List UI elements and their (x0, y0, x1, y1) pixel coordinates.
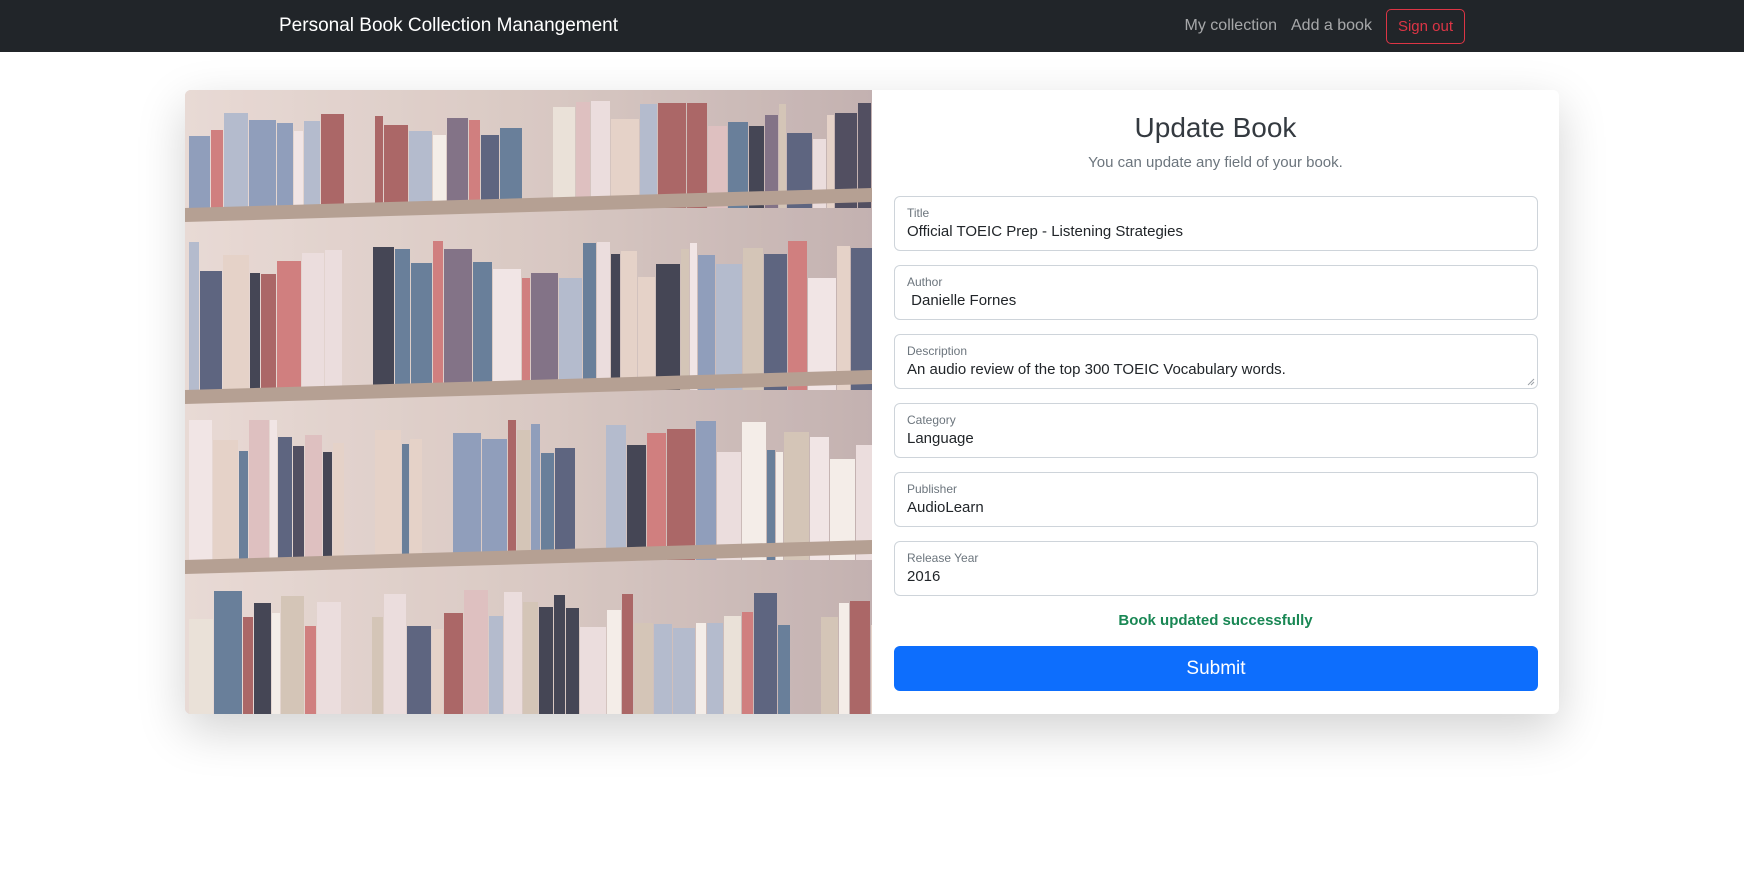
release-year-field[interactable]: Release Year (894, 541, 1538, 596)
publisher-field[interactable]: Publisher (894, 472, 1538, 527)
title-field[interactable]: Title (894, 196, 1538, 251)
update-book-card: Update Book You can update any field of … (185, 90, 1559, 714)
submit-button[interactable]: Submit (894, 646, 1538, 691)
category-input[interactable] (907, 430, 1522, 447)
update-book-form: Update Book You can update any field of … (872, 90, 1559, 714)
title-label: Title (907, 206, 930, 220)
title-input[interactable] (907, 223, 1522, 240)
description-field[interactable]: Description (894, 334, 1538, 389)
nav-link-add-book[interactable]: Add a book (1291, 17, 1372, 35)
nav-links: My collection Add a book Sign out (1185, 8, 1465, 44)
author-field[interactable]: Author (894, 265, 1538, 320)
publisher-label: Publisher (907, 482, 958, 496)
form-subtitle: You can update any field of your book. (1088, 154, 1343, 171)
description-textarea[interactable] (907, 361, 1522, 378)
navbar: Personal Book Collection Manangement My … (0, 0, 1744, 52)
form-title: Update Book (1134, 112, 1297, 143)
author-label: Author (907, 275, 943, 289)
category-field[interactable]: Category (894, 403, 1538, 458)
success-message: Book updated successfully (1118, 612, 1313, 629)
category-label: Category (907, 413, 956, 427)
release-year-input[interactable] (907, 568, 1522, 585)
release-year-label: Release Year (907, 551, 979, 565)
nav-link-my-collection[interactable]: My collection (1185, 17, 1277, 35)
resize-handle-icon[interactable] (1527, 378, 1535, 386)
author-input[interactable] (907, 292, 1522, 309)
navbar-brand[interactable]: Personal Book Collection Manangement (279, 15, 618, 37)
publisher-input[interactable] (907, 499, 1522, 516)
sign-out-button[interactable]: Sign out (1385, 8, 1465, 44)
bookshelf-image (185, 90, 872, 714)
description-label: Description (907, 344, 968, 358)
